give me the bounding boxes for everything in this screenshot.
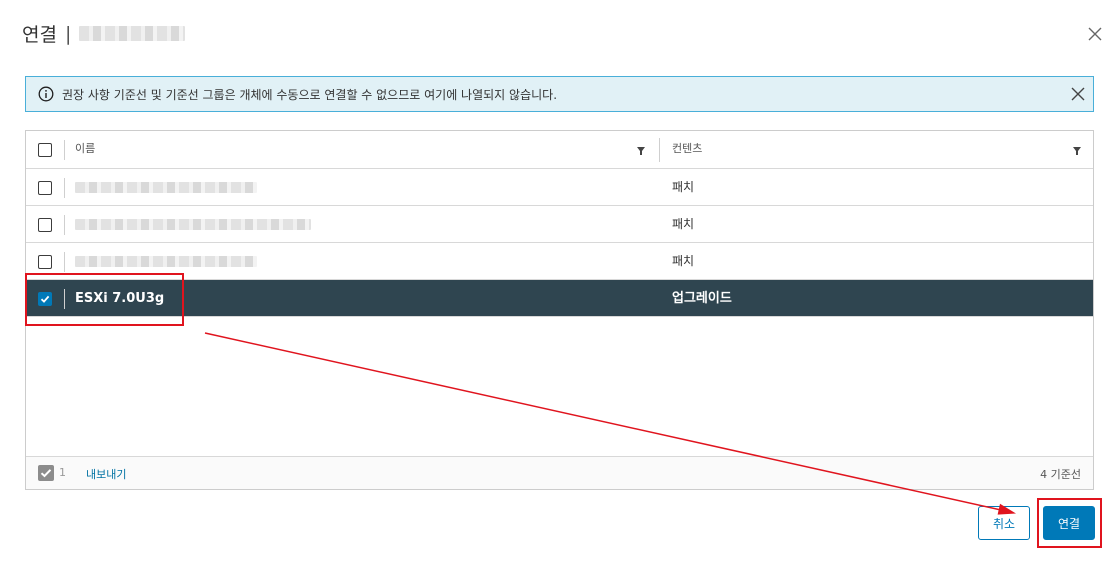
row-name: ESXi 7.0U3g bbox=[75, 291, 165, 306]
row-content: 패치 bbox=[672, 180, 695, 194]
row-name bbox=[75, 243, 257, 280]
row-content: 업그레이드 bbox=[672, 291, 732, 306]
row-content: 패치 bbox=[672, 217, 695, 231]
redacted-baseline-name bbox=[75, 256, 257, 267]
row-checkbox[interactable] bbox=[38, 218, 52, 232]
column-divider bbox=[64, 215, 65, 235]
title-separator: | bbox=[64, 22, 72, 45]
redacted-baseline-name bbox=[75, 219, 311, 230]
row-name bbox=[75, 206, 311, 243]
row-name bbox=[75, 169, 257, 206]
row-checkbox[interactable] bbox=[38, 255, 52, 269]
column-header-content[interactable]: 컨텐츠 bbox=[672, 131, 702, 167]
redacted-baseline-name bbox=[75, 182, 257, 193]
grid-footer: 1 내보내기 4 기준선 bbox=[26, 456, 1093, 489]
select-all-checkbox[interactable] bbox=[38, 143, 52, 157]
column-header-name[interactable]: 이름 bbox=[75, 131, 95, 167]
connect-button[interactable]: 연결 bbox=[1043, 506, 1095, 540]
info-alert: 권장 사항 기준선 및 기준선 그룹은 개체에 수동으로 연결할 수 없으므로 … bbox=[25, 76, 1094, 112]
column-divider bbox=[64, 178, 65, 198]
info-icon bbox=[38, 86, 54, 102]
column-divider bbox=[64, 140, 65, 160]
alert-close-icon[interactable] bbox=[1070, 86, 1086, 102]
baseline-datagrid: 이름 컨텐츠 패치 패치 패치 ESXi 7.0U3g 업그레이드 1 내보내기… bbox=[25, 130, 1094, 490]
selected-count: 1 bbox=[59, 466, 66, 479]
column-divider bbox=[64, 289, 65, 309]
column-divider bbox=[64, 252, 65, 272]
export-link[interactable]: 내보내기 bbox=[86, 466, 126, 482]
row-checkbox-checked[interactable] bbox=[38, 292, 52, 306]
row-checkbox[interactable] bbox=[38, 181, 52, 195]
table-row[interactable]: 패치 bbox=[26, 169, 1093, 206]
table-row[interactable]: 패치 bbox=[26, 206, 1093, 243]
dialog-title: 연결 | bbox=[22, 20, 186, 47]
content-filter-icon[interactable] bbox=[1072, 146, 1082, 156]
grid-header-row: 이름 컨텐츠 bbox=[26, 131, 1093, 169]
table-row[interactable]: 패치 bbox=[26, 243, 1093, 280]
selection-checkbox-icon bbox=[38, 465, 54, 481]
checkmark-icon bbox=[40, 295, 50, 303]
name-filter-icon[interactable] bbox=[636, 146, 646, 156]
total-count: 4 기준선 bbox=[1040, 468, 1081, 481]
table-row-selected[interactable]: ESXi 7.0U3g 업그레이드 bbox=[26, 280, 1093, 317]
dialog-title-text: 연결 bbox=[22, 24, 57, 46]
row-content: 패치 bbox=[672, 254, 695, 268]
alert-message: 권장 사항 기준선 및 기준선 그룹은 개체에 수동으로 연결할 수 없으므로 … bbox=[62, 87, 558, 102]
dialog-close-icon[interactable] bbox=[1086, 25, 1104, 43]
column-divider[interactable] bbox=[659, 138, 660, 162]
redacted-object-name bbox=[79, 26, 186, 41]
cancel-button[interactable]: 취소 bbox=[978, 506, 1030, 540]
